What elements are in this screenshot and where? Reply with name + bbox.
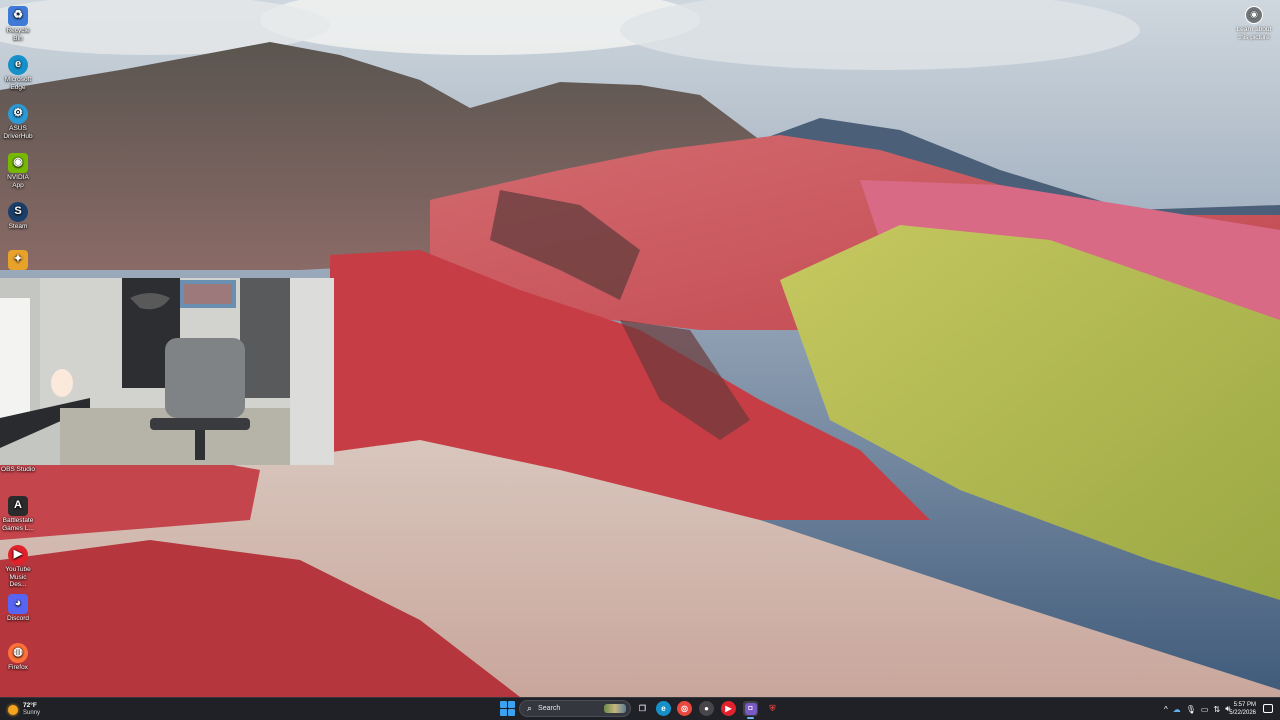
desktop-icon-unknown[interactable]: ✦ xyxy=(1,250,35,271)
weather-widget[interactable]: 72°F Sunny xyxy=(8,700,40,719)
start-button[interactable] xyxy=(500,701,515,716)
weather-temp: 72°F xyxy=(23,702,37,709)
recording-app-glyph: ◘ xyxy=(744,702,757,715)
asus-driverhub-icon: ⚙ xyxy=(8,104,28,124)
weather-condition: Sunny xyxy=(23,710,41,716)
edge-taskbar-icon[interactable]: e xyxy=(656,701,671,716)
desktop-icon-label: NVIDIA App xyxy=(7,174,29,189)
edge-icon: e xyxy=(8,55,28,75)
clock-date: 5/22/2026 xyxy=(1229,710,1256,716)
taskbar-clock[interactable]: 5:57 PM 5/22/2026 xyxy=(1229,701,1256,717)
desktop-icon-label: OBS Studio xyxy=(1,466,35,473)
discord-icon: ◕ xyxy=(8,594,28,614)
taskbar-search[interactable]: ⌕ Search xyxy=(519,700,631,717)
desktop-icon-youtube-music[interactable]: ▶ YouTube Music Des... xyxy=(1,545,35,589)
steam-icon: S xyxy=(8,202,28,222)
network-icon[interactable]: ⇅ xyxy=(1213,705,1220,714)
nvidia-icon: ◉ xyxy=(8,153,28,173)
youtube-music-taskbar-icon[interactable]: ▶ xyxy=(721,701,736,716)
desktop-icon-obs[interactable]: OBS Studio xyxy=(1,466,35,474)
desktop-icon-label: Battlestate Games L... xyxy=(2,517,34,532)
mic-icon[interactable]: 🎙︎ xyxy=(1186,705,1196,714)
system-tray: ^ ☁ 🎙︎ ▭ ⇅ 🔊︎ xyxy=(1164,701,1230,717)
search-placeholder: Search xyxy=(538,705,561,712)
webcam-overlay xyxy=(0,278,334,465)
desktop-icon-battlestate[interactable]: A Battlestate Games L... xyxy=(1,496,35,532)
search-icon: ⌕ xyxy=(527,703,533,713)
sun-icon xyxy=(8,704,18,715)
recording-app-icon[interactable]: ◘ xyxy=(743,701,758,719)
taskbar: 72°F Sunny ⌕ Search ❐ e ◎ ● ▶ ◘ ⛨ ^ ☁ 🎙︎… xyxy=(0,697,1280,720)
chrome-icon[interactable]: ◎ xyxy=(677,701,692,716)
recycle-bin-icon: ♻ xyxy=(8,6,28,26)
desktop-icon-nvidia[interactable]: ◉ NVIDIA App xyxy=(1,153,35,189)
obs-taskbar-icon[interactable]: ● xyxy=(699,701,714,716)
desktop-icon-label: YouTube Music Des... xyxy=(5,566,31,588)
windows-logo-icon xyxy=(500,701,507,708)
youtube-music-icon: ▶ xyxy=(8,545,28,565)
notification-center-icon[interactable] xyxy=(1263,704,1273,713)
desktop-icon-discord[interactable]: ◕ Discord xyxy=(1,594,35,623)
camera-icon: ◉ xyxy=(1245,6,1263,24)
display-icon[interactable]: ▭ xyxy=(1201,705,1209,714)
learn-about-picture[interactable]: ◉ Learn about this picture xyxy=(1234,6,1274,41)
desktop-icon-asus-driverhub[interactable]: ⚙ ASUS DriverHub xyxy=(1,104,35,140)
desktop-icon-label: ASUS DriverHub xyxy=(3,125,33,140)
desktop-icon-label: Recycle Bin xyxy=(6,27,30,42)
desktop-icon-label: Discord xyxy=(6,615,30,622)
desktop-icon-edge[interactable]: e Microsoft Edge xyxy=(1,55,35,91)
desktop-icon-recycle-bin[interactable]: ♻ Recycle Bin xyxy=(1,6,35,42)
desktop-icon-label: Microsoft Edge xyxy=(4,76,32,91)
battlestate-icon: A xyxy=(8,496,28,516)
tray-overflow-chevron-icon[interactable]: ^ xyxy=(1164,705,1168,714)
clock-time: 5:57 PM xyxy=(1233,702,1256,708)
desktop-icon-label: Firefox xyxy=(8,664,28,671)
game-launcher-icon: ✦ xyxy=(8,250,28,270)
learn-about-picture-label: Learn about this picture xyxy=(1236,26,1272,41)
cloud-sync-icon[interactable]: ☁ xyxy=(1173,705,1181,714)
task-view-icon[interactable]: ❐ xyxy=(635,701,650,716)
desktop-icon-firefox[interactable]: ◍ Firefox xyxy=(1,643,35,672)
search-highlight-image xyxy=(604,704,626,713)
firefox-icon: ◍ xyxy=(8,643,28,663)
desktop-icon-steam[interactable]: S Steam xyxy=(1,202,35,231)
shield-app-icon[interactable]: ⛨ xyxy=(765,701,780,716)
desktop-icon-label: Steam xyxy=(8,223,28,230)
